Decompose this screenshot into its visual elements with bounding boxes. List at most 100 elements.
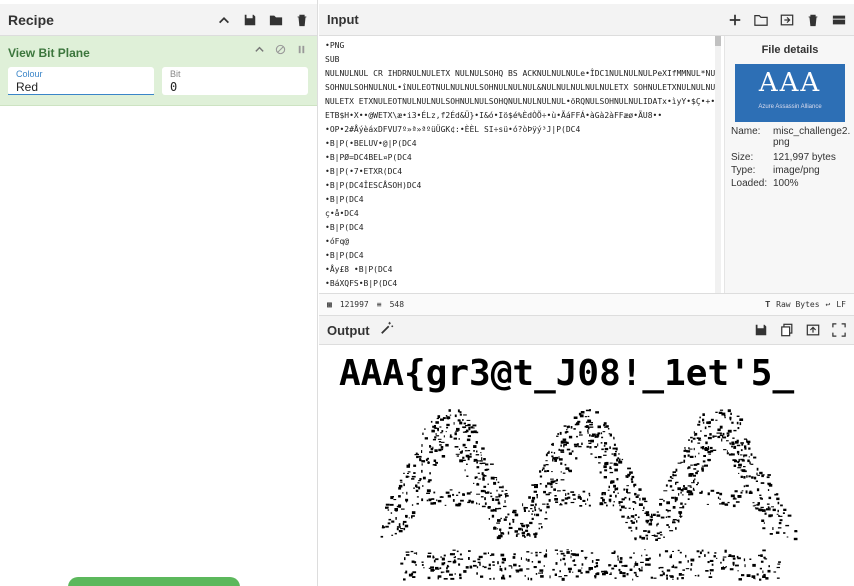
noise-pixel [558,456,560,459]
maximise-icon[interactable] [832,323,846,337]
noise-pixel [560,503,562,505]
colour-field[interactable]: Colour Red [8,67,154,95]
disable-icon[interactable] [275,44,286,55]
operation-view-bit-plane[interactable]: View Bit Plane Colour Red Bit 0 [0,36,317,106]
input-line: •B|P(DC4 [325,223,364,232]
noise-pixel [478,503,480,505]
noise-pixel [505,516,508,518]
noise-pixel [458,448,460,450]
noise-pixel [462,426,467,428]
noise-pixel [701,467,704,471]
input-line: NULETX ETXNULEOTNULNULNULSOHNULNULSOHQNU… [325,97,718,106]
noise-pixel [413,552,417,554]
noise-pixel [764,558,768,560]
noise-pixel [585,425,589,428]
noise-pixel [502,532,505,535]
save-icon[interactable] [754,323,768,337]
noise-pixel [578,494,580,496]
noise-pixel [437,415,441,419]
noise-pixel [462,493,465,496]
noise-pixel [647,530,651,534]
noise-pixel [602,431,606,433]
noise-pixel [561,577,565,581]
noise-pixel [595,562,598,565]
noise-pixel [786,536,789,538]
noise-pixel [589,446,592,449]
noise-pixel [581,563,584,566]
noise-pixel [737,460,740,463]
noise-pixel [672,564,675,568]
input-line: SUB [325,55,340,64]
pause-icon[interactable] [296,44,307,55]
noise-pixel [479,460,483,462]
noise-pixel [731,421,734,424]
raw-bytes-label[interactable]: Raw Bytes [776,300,819,309]
noise-pixel [402,492,404,494]
noise-pixel [601,492,604,496]
noise-pixel [495,498,500,501]
noise-pixel [458,491,461,494]
noise-pixel [643,506,645,510]
eol-label[interactable]: LF [836,300,846,309]
noise-pixel [599,471,602,474]
noise-pixel [741,490,744,492]
layout-icon[interactable] [832,13,846,27]
noise-pixel [603,476,607,479]
bake-button[interactable] [68,577,240,586]
text-format-icon[interactable]: T [765,300,770,309]
noise-pixel [560,444,562,447]
noise-pixel [545,460,548,462]
noise-pixel [707,450,712,454]
noise-pixel [695,472,698,475]
noise-pixel [724,549,727,553]
replace-input-icon[interactable] [806,323,820,337]
copy-icon[interactable] [780,323,794,337]
noise-pixel [541,468,543,471]
noise-pixel [443,562,446,565]
output-area[interactable]: AAA{gr3@t_J08!_1et'5_ [319,345,854,586]
noise-pixel [476,466,480,469]
noise-pixel [566,429,568,431]
chevron-up-icon[interactable] [217,13,231,27]
noise-pixel [538,507,540,510]
noise-pixel [594,565,597,568]
input-status-right: T Raw Bytes ↩ LF [765,300,846,309]
noise-pixel [545,464,549,466]
input-scrollbar[interactable] [715,36,721,293]
noise-pixel [602,498,605,502]
noise-pixel [417,482,420,484]
noise-pixel [622,572,626,575]
noise-pixel [502,485,504,489]
trash-icon[interactable] [806,13,820,27]
noise-pixel [476,572,478,575]
recipe-header-icons [217,13,309,27]
add-icon[interactable] [728,13,742,27]
noise-pixel [707,492,710,496]
scrollbar-thumb[interactable] [715,36,721,46]
noise-pixel [573,564,577,566]
input-line: ETB$H•X••@WETX\æ•i3•ÉLz,f2Éd&Ü}•I&ó•Iö$é… [325,111,663,120]
noise-pixel [614,487,619,491]
noise-pixel [440,446,444,449]
trash-icon[interactable] [295,13,309,27]
magic-wand-icon[interactable] [380,321,394,340]
folder-icon[interactable] [269,13,283,27]
open-folder-icon[interactable] [754,13,768,27]
chevron-up-icon[interactable] [254,44,265,55]
noise-pixel [697,442,701,444]
noise-pixel [687,485,692,487]
noise-pixel [624,496,627,499]
noise-pixel [665,509,668,511]
noise-pixel [541,526,543,529]
save-icon[interactable] [243,13,257,27]
open-file-icon[interactable] [780,13,794,27]
noise-pixel [677,487,681,491]
noise-pixel [493,577,495,580]
noise-pixel [740,491,743,494]
noise-pixel [507,531,510,535]
bit-field[interactable]: Bit 0 [162,67,308,95]
eol-icon[interactable]: ↩ [826,300,831,309]
input-textarea[interactable]: •PNG SUB NULNULNUL CR IHDRNULNULETX NULNUL… [319,36,724,293]
noise-pixel [449,414,452,416]
noise-pixel [563,444,565,448]
